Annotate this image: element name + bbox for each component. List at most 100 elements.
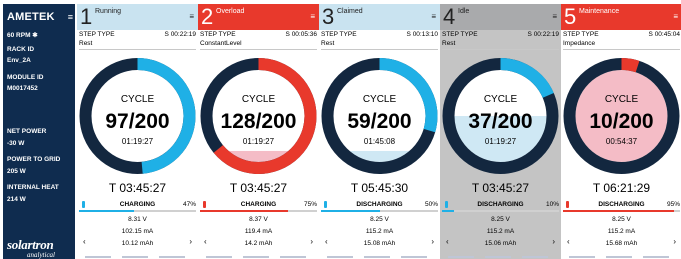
channel-header[interactable]: 4 Idle ≡ [440, 4, 561, 30]
page-indicator-dot[interactable] [401, 256, 427, 258]
channel-status: Running [95, 8, 122, 15]
channel-status: Idle [458, 8, 470, 15]
mode-progress-bar [563, 210, 680, 212]
channel-header[interactable]: 1 Running ≡ [77, 4, 198, 30]
next-chevron-icon[interactable]: › [310, 237, 313, 246]
next-chevron-icon[interactable]: › [189, 237, 192, 246]
page-indicator-dot[interactable] [85, 256, 111, 258]
capacity-value: 14.2 mAh [244, 240, 273, 247]
mode-progress-fill [563, 210, 675, 212]
solartron-logo-subtitle: analytical [27, 251, 55, 259]
page-indicator [448, 256, 553, 258]
prev-chevron-icon[interactable]: ‹ [325, 237, 328, 246]
channel-menu-icon[interactable]: ≡ [310, 13, 315, 21]
channel-status: Claimed [337, 8, 363, 15]
power-to-grid-label: POWER TO GRID [7, 156, 61, 163]
mode-progress-fill [442, 210, 454, 212]
step-time: S 00:22:19 [527, 31, 559, 38]
channel-panel-2[interactable]: 2 Overload ≡ STEP TYPE S 00:05:36 Consta… [198, 4, 319, 259]
cycle-count: 59/200 [347, 110, 411, 133]
step-type-label: STEP TYPE [321, 31, 357, 38]
voltage-value: 8.25 V [612, 216, 631, 223]
cycle-ring: CYCLE 10/200 00:54:37 [563, 58, 680, 174]
cycle-count: 128/200 [221, 110, 297, 133]
channel-menu-icon[interactable]: ≡ [673, 13, 678, 21]
prev-chevron-icon[interactable]: ‹ [567, 237, 570, 246]
step-type-label: STEP TYPE [200, 31, 236, 38]
next-chevron-icon[interactable]: › [673, 237, 676, 246]
current-value: 115.2 mA [607, 228, 636, 235]
mode-row: DISCHARGING 10% [442, 200, 559, 210]
internal-heat-value: 214 W [7, 196, 26, 203]
page-indicator-dot[interactable] [569, 256, 595, 258]
page-indicator [85, 256, 190, 258]
page-indicator-dot[interactable] [448, 256, 474, 258]
channel-menu-icon[interactable]: ≡ [552, 13, 557, 21]
page-indicator-dot[interactable] [606, 256, 632, 258]
channel-number: 3 [322, 4, 335, 29]
prev-chevron-icon[interactable]: ‹ [83, 237, 86, 246]
step-type-value: Rest [321, 40, 335, 47]
menu-icon[interactable]: ≡ [68, 12, 73, 22]
mode-progress-bar [321, 210, 438, 212]
channel-header[interactable]: 5 Maintenance ≡ [561, 4, 681, 30]
channel-panel-1[interactable]: 1 Running ≡ STEP TYPE S 00:22:19 Rest CY… [77, 4, 198, 259]
next-chevron-icon[interactable]: › [431, 237, 434, 246]
page-indicator [569, 256, 674, 258]
voltage-value: 8.31 V [128, 216, 147, 223]
page-indicator-dot[interactable] [159, 256, 185, 258]
step-time: S 00:05:36 [285, 31, 317, 38]
mode-row: DISCHARGING 50% [321, 200, 438, 210]
page-indicator-dot[interactable] [364, 256, 390, 258]
channel-menu-icon[interactable]: ≡ [431, 13, 436, 21]
page-indicator-dot[interactable] [122, 256, 148, 258]
channel-panel-5[interactable]: 5 Maintenance ≡ STEP TYPE S 00:45:04 Imp… [561, 4, 681, 259]
cycle-label: CYCLE [242, 94, 276, 105]
cycle-time: 00:54:37 [606, 137, 638, 146]
page-indicator-dot[interactable] [485, 256, 511, 258]
step-time: S 00:22:19 [164, 31, 196, 38]
channel-header[interactable]: 3 Claimed ≡ [319, 4, 440, 30]
channel-header[interactable]: 2 Overload ≡ [198, 4, 319, 30]
page-indicator-dot[interactable] [206, 256, 232, 258]
current-value: 115.2 mA [486, 228, 515, 235]
step-divider [200, 49, 317, 50]
net-power-value: -30 W [7, 140, 25, 147]
rack-id-value: Env_2A [7, 57, 31, 64]
page-indicator-dot[interactable] [327, 256, 353, 258]
mode-row: DISCHARGING 95% [563, 200, 680, 210]
page-indicator-dot[interactable] [522, 256, 548, 258]
mode-row: CHARGING 47% [79, 200, 196, 210]
internal-heat-label: INTERNAL HEAT [7, 184, 59, 191]
power-to-grid-value: 205 W [7, 168, 26, 175]
mode-label: CHARGING [119, 201, 156, 208]
voltage-value: 8.25 V [491, 216, 510, 223]
step-type-label: STEP TYPE [79, 31, 115, 38]
voltage-value: 8.37 V [249, 216, 268, 223]
channel-panel-4[interactable]: 4 Idle ≡ STEP TYPE S 00:22:19 Rest CYCLE… [440, 4, 561, 259]
cycle-label: CYCLE [605, 94, 639, 105]
speed-readout: 60 RPM ✱ [7, 32, 38, 39]
step-divider [563, 49, 680, 50]
cycle-time: 01:19:27 [485, 137, 517, 146]
page-indicator-dot[interactable] [643, 256, 669, 258]
voltage-value: 8.25 V [370, 216, 389, 223]
prev-chevron-icon[interactable]: ‹ [204, 237, 207, 246]
next-chevron-icon[interactable]: › [552, 237, 555, 246]
mode-label: DISCHARGING [598, 201, 645, 208]
mode-label: DISCHARGING [356, 201, 403, 208]
channel-panel-3[interactable]: 3 Claimed ≡ STEP TYPE S 00:13:10 Rest CY… [319, 4, 440, 259]
mode-percent: 47% [182, 201, 196, 208]
total-time: T 03:45:27 [471, 181, 530, 195]
mode-progress-bar [200, 210, 317, 212]
page-indicator-dot[interactable] [243, 256, 269, 258]
step-divider [442, 49, 559, 50]
capacity-value: 15.06 mAh [484, 240, 517, 247]
prev-chevron-icon[interactable]: ‹ [446, 237, 449, 246]
page-indicator-dot[interactable] [280, 256, 306, 258]
cycle-time: 01:45:08 [364, 137, 396, 146]
mode-label: DISCHARGING [477, 201, 524, 208]
channel-menu-icon[interactable]: ≡ [189, 13, 194, 21]
total-time: T 03:45:27 [108, 181, 167, 195]
cycle-label: CYCLE [363, 94, 397, 105]
